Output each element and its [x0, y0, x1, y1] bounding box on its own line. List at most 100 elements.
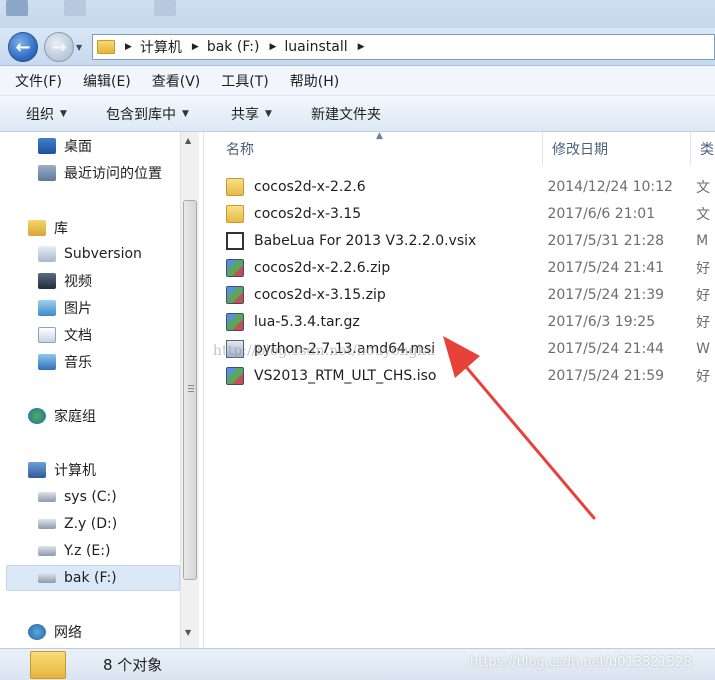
nav-item-drive-d[interactable]: Z.y (D:) [38, 512, 117, 536]
file-type: 文 [696, 207, 711, 223]
menu-tools[interactable]: 工具(T) [214, 71, 275, 91]
recent-pages-dropdown-icon[interactable]: ▼ [76, 43, 82, 52]
file-name: cocos2d-x-3.15.zip [254, 287, 386, 303]
menu-edit[interactable]: 编辑(E) [76, 71, 138, 91]
nav-item-desktop[interactable]: 桌面 [38, 134, 92, 158]
video-icon [38, 273, 56, 289]
file-type: 好 [696, 369, 711, 385]
folder-icon [97, 40, 115, 54]
scroll-up-icon[interactable]: ▲ [185, 136, 191, 145]
include-library-button[interactable]: 包含到库中 ▼ [106, 104, 189, 124]
command-bar: 组织 ▼ 包含到库中 ▼ 共享 ▼ 新建文件夹 [0, 96, 715, 132]
library-icon [28, 220, 46, 236]
share-button[interactable]: 共享 ▼ [231, 104, 272, 124]
nav-label: sys (C:) [64, 489, 117, 505]
back-arrow-icon: ← [15, 36, 31, 58]
nav-item-subversion[interactable]: Subversion [38, 242, 142, 266]
chevron-down-icon: ▼ [182, 108, 189, 119]
system-drive-icon [38, 492, 56, 502]
column-divider[interactable] [542, 132, 543, 166]
nav-label: Y.z (E:) [64, 543, 111, 559]
file-date: 2017/5/24 21:44 [547, 341, 665, 357]
nav-item-libraries[interactable]: 库 [28, 216, 68, 240]
breadcrumb-separator-icon[interactable]: ▶ [192, 42, 199, 52]
nav-scrollbar[interactable]: ▲ ▼ [180, 132, 199, 648]
column-header-name[interactable]: 名称 [226, 132, 546, 166]
column-header-type[interactable]: 类 [700, 132, 715, 166]
file-row[interactable]: cocos2d-x-2.2.6 2014/12/24 10:12 文 [226, 174, 715, 200]
nav-label: 计算机 [54, 463, 96, 479]
nav-item-drive-e[interactable]: Y.z (E:) [38, 539, 110, 563]
breadcrumb-computer[interactable]: 计算机 [140, 37, 182, 57]
breadcrumb-separator-icon[interactable]: ▶ [269, 42, 276, 52]
file-date: 2017/6/3 19:25 [547, 314, 656, 330]
forward-arrow-icon: → [51, 36, 67, 58]
breadcrumb-separator-icon[interactable]: ▶ [358, 42, 365, 52]
file-row[interactable]: lua-5.3.4.tar.gz 2017/6/3 19:25 好 [226, 309, 715, 335]
file-date: 2017/5/31 21:28 [547, 233, 665, 249]
file-row[interactable]: BabeLua For 2013 V3.2.2.0.vsix 2017/5/31… [226, 228, 715, 254]
window-title-strip [0, 0, 715, 28]
nav-item-network[interactable]: 网络 [28, 620, 82, 644]
address-bar[interactable]: ▶ 计算机 ▶ bak (F:) ▶ luainstall ▶ [92, 34, 715, 60]
nav-label: 视频 [64, 274, 92, 290]
vsix-icon [226, 232, 244, 250]
nav-item-homegroup[interactable]: 家庭组 [28, 404, 96, 428]
organize-button[interactable]: 组织 ▼ [26, 104, 67, 124]
status-bar: 8 个对象 https://blog.csdn.net/u013321328 [0, 648, 715, 680]
organize-label: 组织 [26, 106, 54, 123]
file-name: lua-5.3.4.tar.gz [254, 314, 360, 330]
breadcrumb-separator-icon[interactable]: ▶ [125, 42, 132, 52]
file-list-pane: ▲ 名称 修改日期 类 cocos2d-x-2.2.6 2014/12/24 1… [203, 131, 715, 648]
include-library-label: 包含到库中 [106, 106, 176, 123]
nav-item-recent[interactable]: 最近访问的位置 [38, 161, 162, 185]
chevron-down-icon: ▼ [265, 108, 272, 119]
archive-icon [226, 286, 244, 304]
nav-item-music[interactable]: 音乐 [38, 350, 92, 374]
file-type: W [696, 341, 711, 357]
menu-bar: 文件(F) 编辑(E) 查看(V) 工具(T) 帮助(H) [0, 66, 715, 96]
file-row[interactable]: cocos2d-x-3.15 2017/6/6 21:01 文 [226, 201, 715, 227]
archive-icon [226, 367, 244, 385]
menu-view[interactable]: 查看(V) [145, 71, 208, 91]
nav-item-computer[interactable]: 计算机 [28, 458, 96, 482]
nav-label: 最近访问的位置 [64, 166, 162, 182]
nav-item-videos[interactable]: 视频 [38, 269, 92, 293]
nav-item-drive-c[interactable]: sys (C:) [38, 485, 117, 509]
nav-item-pictures[interactable]: 图片 [38, 296, 92, 320]
back-button[interactable]: ← [8, 32, 38, 62]
drive-icon [38, 519, 56, 529]
menu-file[interactable]: 文件(F) [8, 71, 69, 91]
archive-icon [226, 259, 244, 277]
new-folder-button[interactable]: 新建文件夹 [311, 104, 381, 124]
document-icon [38, 327, 56, 343]
file-date: 2014/12/24 10:12 [547, 179, 673, 195]
computer-icon [28, 462, 46, 478]
scroll-down-icon[interactable]: ▼ [185, 628, 191, 637]
file-name: cocos2d-x-2.2.6 [254, 179, 366, 195]
file-name: cocos2d-x-3.15 [254, 206, 362, 222]
window-icon [64, 0, 86, 16]
menu-help[interactable]: 帮助(H) [283, 71, 346, 91]
scroll-thumb[interactable] [183, 200, 197, 580]
file-row[interactable]: cocos2d-x-3.15.zip 2017/5/24 21:39 好 [226, 282, 715, 308]
subversion-icon [38, 246, 56, 262]
file-name: BabeLua For 2013 V3.2.2.0.vsix [254, 233, 477, 249]
breadcrumb-folder[interactable]: luainstall [284, 39, 347, 55]
nav-item-documents[interactable]: 文档 [38, 323, 92, 347]
nav-label: Subversion [64, 246, 142, 262]
column-divider[interactable] [690, 132, 691, 166]
breadcrumb-drive[interactable]: bak (F:) [207, 39, 260, 55]
nav-label: Z.y (D:) [64, 516, 118, 532]
homegroup-icon [28, 408, 46, 424]
file-type: 好 [696, 261, 711, 277]
nav-label: 库 [54, 221, 68, 237]
folder-icon [226, 178, 244, 196]
file-row[interactable]: cocos2d-x-2.2.6.zip 2017/5/24 21:41 好 [226, 255, 715, 281]
forward-button[interactable]: → [44, 32, 74, 62]
nav-item-drive-f[interactable]: bak (F:) [38, 566, 117, 590]
file-row[interactable]: VS2013_RTM_ULT_CHS.iso 2017/5/24 21:59 好 [226, 363, 715, 389]
grip-line [188, 391, 194, 392]
column-header-date[interactable]: 修改日期 [552, 132, 692, 166]
navigation-pane: 桌面 最近访问的位置 库 Subversion 视频 图片 文档 音乐 家庭组 … [0, 132, 200, 648]
